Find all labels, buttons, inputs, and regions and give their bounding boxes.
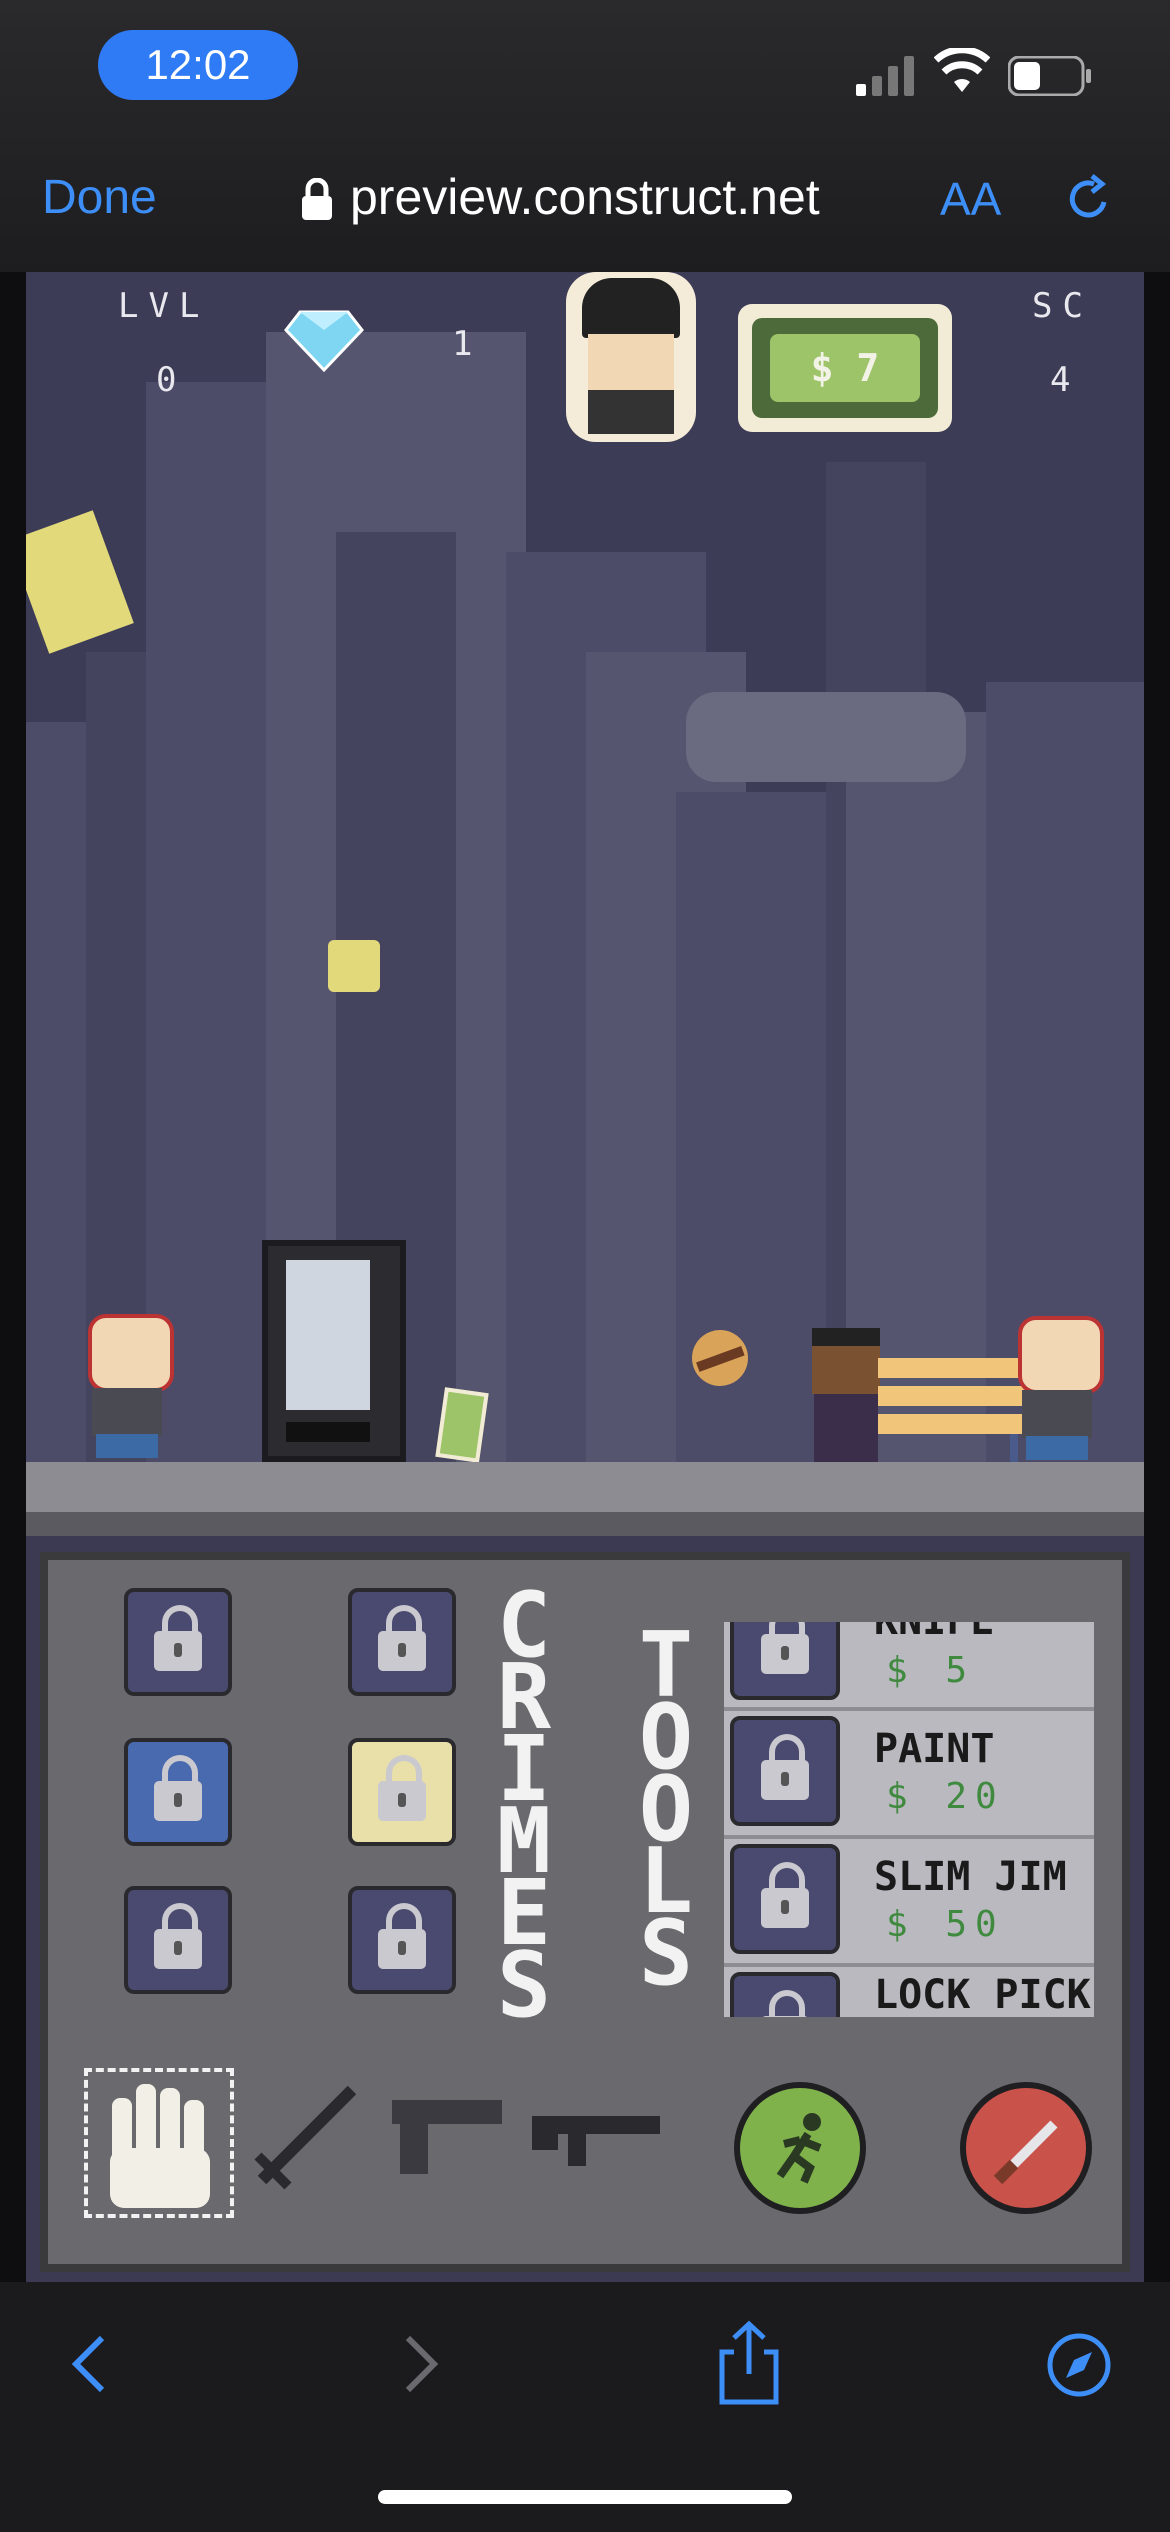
sidewalk	[26, 1462, 1144, 1512]
tools-list[interactable]: KNIFE $ 5 PAINT $ 20 SLIM JIM $ 50 LOCK …	[724, 1622, 1094, 2017]
level-label: LVL	[118, 286, 210, 326]
fist-icon	[110, 2084, 210, 2208]
crimes-tools-panel: CRIMES TOOLS KNIFE $ 5 PAINT $ 20 SLIM J…	[40, 1552, 1130, 2272]
money-badge: $ 7	[738, 304, 952, 432]
thug-right-sprite[interactable]	[1012, 1316, 1104, 1462]
wifi-icon	[934, 48, 990, 92]
portrait-body	[588, 390, 674, 434]
moon-light	[26, 510, 134, 654]
tool-name: PAINT	[874, 1726, 995, 1772]
thug-body	[1022, 1390, 1092, 1438]
tool-item[interactable]: LOCK PICK	[724, 1966, 1094, 2017]
tool-name: KNIFE	[874, 1622, 994, 1644]
tool-item[interactable]: PAINT $ 20	[724, 1710, 1094, 1839]
crime-slot-locked[interactable]	[124, 1588, 232, 1696]
attack-button[interactable]	[960, 2082, 1092, 2214]
thug-legs	[96, 1434, 158, 1458]
crimes-label: CRIMES	[496, 1573, 552, 2038]
crime-slot-locked[interactable]	[124, 1738, 232, 1846]
running-man-icon	[776, 2113, 822, 2184]
crime-slot-locked[interactable]	[348, 1738, 456, 1846]
tool-item[interactable]: SLIM JIM $ 50	[724, 1838, 1094, 1967]
cell-signal-icon	[856, 56, 914, 96]
civilian-body	[814, 1394, 878, 1462]
curb	[26, 1512, 1144, 1536]
crime-slot-locked[interactable]	[348, 1588, 456, 1696]
tool-locked-slot	[730, 1844, 840, 1954]
run-button[interactable]	[734, 2082, 866, 2214]
thug-legs	[1026, 1436, 1088, 1460]
padlock-icon	[378, 1755, 426, 1821]
padlock-icon	[761, 1862, 809, 1928]
game-canvas[interactable]: LVL 0 1 $ 7 SC 4 CRIMES TOOLS $ 5 PAINT …	[26, 272, 1144, 2282]
padlock-icon	[378, 1605, 426, 1671]
padlock-icon	[761, 1990, 809, 2017]
tool-locked-slot	[730, 1622, 840, 1700]
thug-head	[88, 1314, 174, 1392]
tool-locked-slot	[730, 1972, 840, 2017]
vending-glass	[286, 1260, 370, 1410]
rifle-icon[interactable]	[528, 2100, 662, 2170]
tool-price: $ 50	[886, 1904, 1005, 1945]
tool-name: LOCK PICK	[874, 1972, 1091, 2017]
home-indicator[interactable]	[378, 2490, 792, 2504]
portrait-face	[588, 334, 674, 390]
player-portrait	[566, 272, 696, 442]
crime-slot-locked[interactable]	[348, 1886, 456, 1994]
crime-slot-locked[interactable]	[124, 1886, 232, 1994]
burger-patty	[696, 1346, 745, 1372]
money-value: $ 7	[770, 334, 920, 402]
level-value: 0	[156, 360, 187, 400]
thug-head	[1018, 1316, 1104, 1394]
civilian-sprite[interactable]	[808, 1328, 884, 1462]
padlock-icon	[378, 1903, 426, 1969]
tool-item[interactable]: KNIFE $ 5	[724, 1622, 1094, 1711]
back-icon[interactable]	[66, 2332, 110, 2396]
done-button[interactable]: Done	[42, 170, 157, 225]
score-value: 4	[1050, 360, 1081, 400]
city-night-background	[26, 272, 1144, 1462]
padlock-icon	[761, 1622, 809, 1674]
gem-icon	[284, 310, 364, 372]
tool-locked-slot	[730, 1716, 840, 1826]
tools-label: TOOLS	[638, 1613, 694, 2006]
padlock-icon	[761, 1734, 809, 1800]
tool-name: SLIM JIM	[874, 1854, 1067, 1900]
forward-icon[interactable]	[400, 2332, 444, 2396]
thug-body	[92, 1388, 162, 1436]
padlock-icon	[154, 1605, 202, 1671]
padlock-icon	[154, 1755, 202, 1821]
knife-icon	[993, 2120, 1058, 2185]
civilian-head	[812, 1328, 880, 1394]
url-field[interactable]: preview.construct.net	[350, 168, 820, 226]
money-bill: $ 7	[752, 318, 938, 418]
vending-slot	[286, 1422, 370, 1442]
share-icon[interactable]	[716, 2318, 782, 2406]
lock-icon	[302, 178, 332, 220]
compass-icon[interactable]	[1046, 2332, 1112, 2398]
battery-icon	[1008, 56, 1091, 96]
window-light	[328, 940, 380, 992]
gem-count: 1	[452, 324, 483, 364]
thug-left-sprite[interactable]	[82, 1314, 174, 1460]
pistol-icon[interactable]	[386, 2090, 506, 2180]
status-time: 12:02	[98, 30, 298, 100]
tool-price: $ 20	[886, 1776, 1005, 1817]
portrait-hair	[582, 278, 680, 338]
reload-icon[interactable]	[1064, 174, 1114, 224]
vending-machine[interactable]	[262, 1240, 406, 1462]
weapon-selector[interactable]	[84, 2068, 234, 2218]
sword-icon[interactable]	[248, 2076, 366, 2194]
score-label: SC	[1032, 286, 1093, 326]
text-size-button[interactable]: AA	[940, 172, 1001, 226]
cloud	[686, 692, 966, 782]
tool-price: $ 5	[886, 1650, 976, 1691]
padlock-icon	[154, 1903, 202, 1969]
